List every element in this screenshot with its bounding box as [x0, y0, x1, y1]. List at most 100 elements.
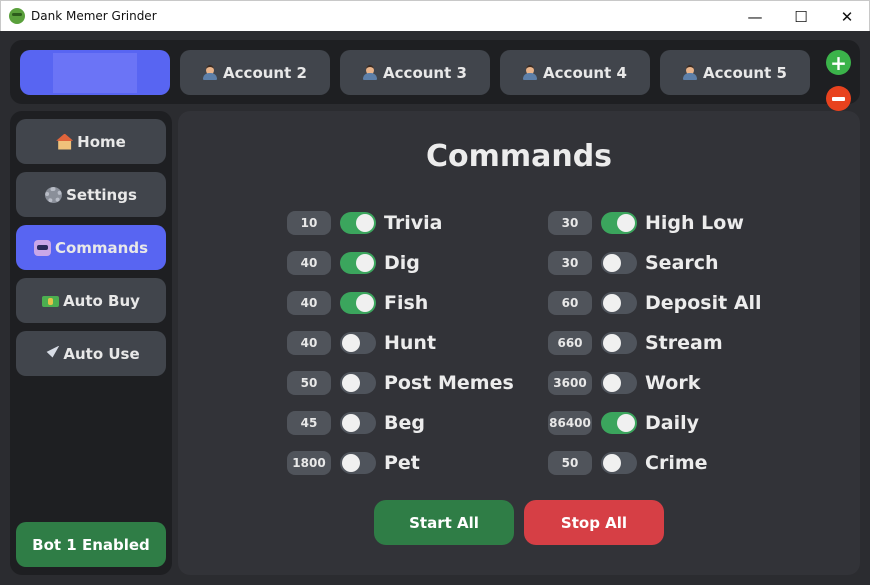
command-label: Hunt: [384, 332, 437, 354]
command-row: 40 Hunt: [287, 330, 436, 356]
command-toggle[interactable]: [340, 252, 376, 274]
person-icon: [683, 65, 698, 80]
delay-input[interactable]: 40: [287, 331, 331, 355]
maximize-button[interactable]: ☐: [778, 1, 824, 32]
delay-input[interactable]: 60: [548, 291, 592, 315]
sidebar-item-label: Commands: [54, 238, 149, 257]
command-label: Work: [645, 372, 701, 394]
command-label: Beg: [384, 412, 425, 434]
start-all-button[interactable]: Start All: [374, 500, 514, 545]
command-label: Fish: [384, 292, 429, 314]
command-toggle[interactable]: [601, 332, 637, 354]
command-label: Crime: [645, 452, 708, 474]
command-row: 3600 Work: [548, 370, 700, 396]
command-row: 30 High Low: [548, 210, 744, 236]
command-toggle[interactable]: [340, 452, 376, 474]
delay-input[interactable]: 50: [548, 451, 592, 475]
command-toggle[interactable]: [340, 212, 376, 234]
command-row: 1800 Pet: [287, 450, 420, 476]
delay-input[interactable]: 1800: [287, 451, 331, 475]
command-toggle[interactable]: [601, 252, 637, 274]
account-tab-5[interactable]: Account 5: [660, 50, 810, 95]
minus-icon: [832, 96, 845, 101]
sidebar-item-commands[interactable]: Commands: [16, 225, 166, 270]
command-toggle[interactable]: [601, 372, 637, 394]
delay-input[interactable]: 40: [287, 251, 331, 275]
sidebar-item-settings[interactable]: Settings: [16, 172, 166, 217]
command-row: 50 Post Memes: [287, 370, 514, 396]
title-bar: Dank Memer Grinder — ☐ ✕: [0, 0, 870, 31]
account-tab-4[interactable]: Account 4: [500, 50, 650, 95]
sidebar-item-label: Auto Buy: [63, 291, 140, 310]
gear-icon: [45, 186, 63, 203]
account-tab-3[interactable]: Account 3: [340, 50, 490, 95]
stop-all-button[interactable]: Stop All: [524, 500, 664, 545]
delay-input[interactable]: 660: [548, 331, 592, 355]
close-button[interactable]: ✕: [824, 1, 870, 32]
command-row: 660 Stream: [548, 330, 723, 356]
delay-input[interactable]: 45: [287, 411, 331, 435]
command-label: Post Memes: [384, 372, 514, 394]
command-row: 45 Beg: [287, 410, 425, 436]
house-icon: [56, 133, 74, 150]
sidebar-item-label: Settings: [66, 185, 137, 204]
command-row: 60 Deposit All: [548, 290, 762, 316]
account-bar: Account 2 Account 3 Account 4 Account 5 …: [10, 40, 860, 111]
command-toggle[interactable]: [340, 412, 376, 434]
command-toggle[interactable]: [601, 212, 637, 234]
sidebar-item-label: Home: [77, 132, 126, 151]
rocket-icon: [46, 345, 60, 358]
command-label: Search: [645, 252, 719, 274]
command-row: 40 Fish: [287, 290, 428, 316]
sidebar-item-label: Auto Use: [63, 344, 140, 363]
account-label: Account 2: [223, 63, 307, 82]
robot-icon: [33, 239, 51, 256]
delay-input[interactable]: 30: [548, 211, 592, 235]
person-icon: [203, 65, 218, 80]
money-icon: [42, 296, 60, 307]
app-body: Account 2 Account 3 Account 4 Account 5 …: [0, 31, 870, 585]
delay-input[interactable]: 86400: [548, 411, 592, 435]
command-label: Trivia: [384, 212, 443, 234]
command-toggle[interactable]: [340, 372, 376, 394]
command-label: Daily: [645, 412, 700, 434]
command-row: 30 Search: [548, 250, 719, 276]
commands-panel: Commands 10 Trivia 40 Dig 40 Fish 40 Hun…: [178, 111, 860, 575]
delay-input[interactable]: 3600: [548, 371, 592, 395]
account-tab-2[interactable]: Account 2: [180, 50, 330, 95]
sidebar: Home Settings Commands Auto Buy Auto Use…: [10, 111, 172, 575]
sidebar-item-home[interactable]: Home: [16, 119, 166, 164]
sidebar-item-auto-buy[interactable]: Auto Buy: [16, 278, 166, 323]
command-toggle[interactable]: [340, 332, 376, 354]
command-label: High Low: [645, 212, 744, 234]
command-toggle[interactable]: [601, 452, 637, 474]
person-icon: [523, 65, 538, 80]
delay-input[interactable]: 30: [548, 251, 592, 275]
plus-icon: +: [830, 50, 847, 75]
command-row: 10 Trivia: [287, 210, 442, 236]
bot-enabled-button[interactable]: Bot 1 Enabled: [16, 522, 166, 567]
account-label: Account 3: [383, 63, 467, 82]
page-title: Commands: [425, 139, 613, 174]
app-icon: [9, 8, 25, 24]
add-account-button[interactable]: +: [826, 50, 851, 75]
command-row: 40 Dig: [287, 250, 420, 276]
remove-account-button[interactable]: [826, 86, 851, 111]
account-label: Account 5: [703, 63, 787, 82]
command-label: Deposit All: [645, 292, 762, 314]
command-toggle[interactable]: [340, 292, 376, 314]
delay-input[interactable]: 40: [287, 291, 331, 315]
command-label: Pet: [384, 452, 420, 474]
account-name-placeholder: [53, 52, 137, 93]
command-label: Stream: [645, 332, 723, 354]
delay-input[interactable]: 50: [287, 371, 331, 395]
command-toggle[interactable]: [601, 292, 637, 314]
command-toggle[interactable]: [601, 412, 637, 434]
minimize-button[interactable]: —: [732, 1, 778, 32]
sidebar-item-auto-use[interactable]: Auto Use: [16, 331, 166, 376]
account-tab-1[interactable]: [20, 50, 170, 95]
command-label: Dig: [384, 252, 420, 274]
window-title: Dank Memer Grinder: [31, 9, 157, 23]
delay-input[interactable]: 10: [287, 211, 331, 235]
command-row: 50 Crime: [548, 450, 708, 476]
